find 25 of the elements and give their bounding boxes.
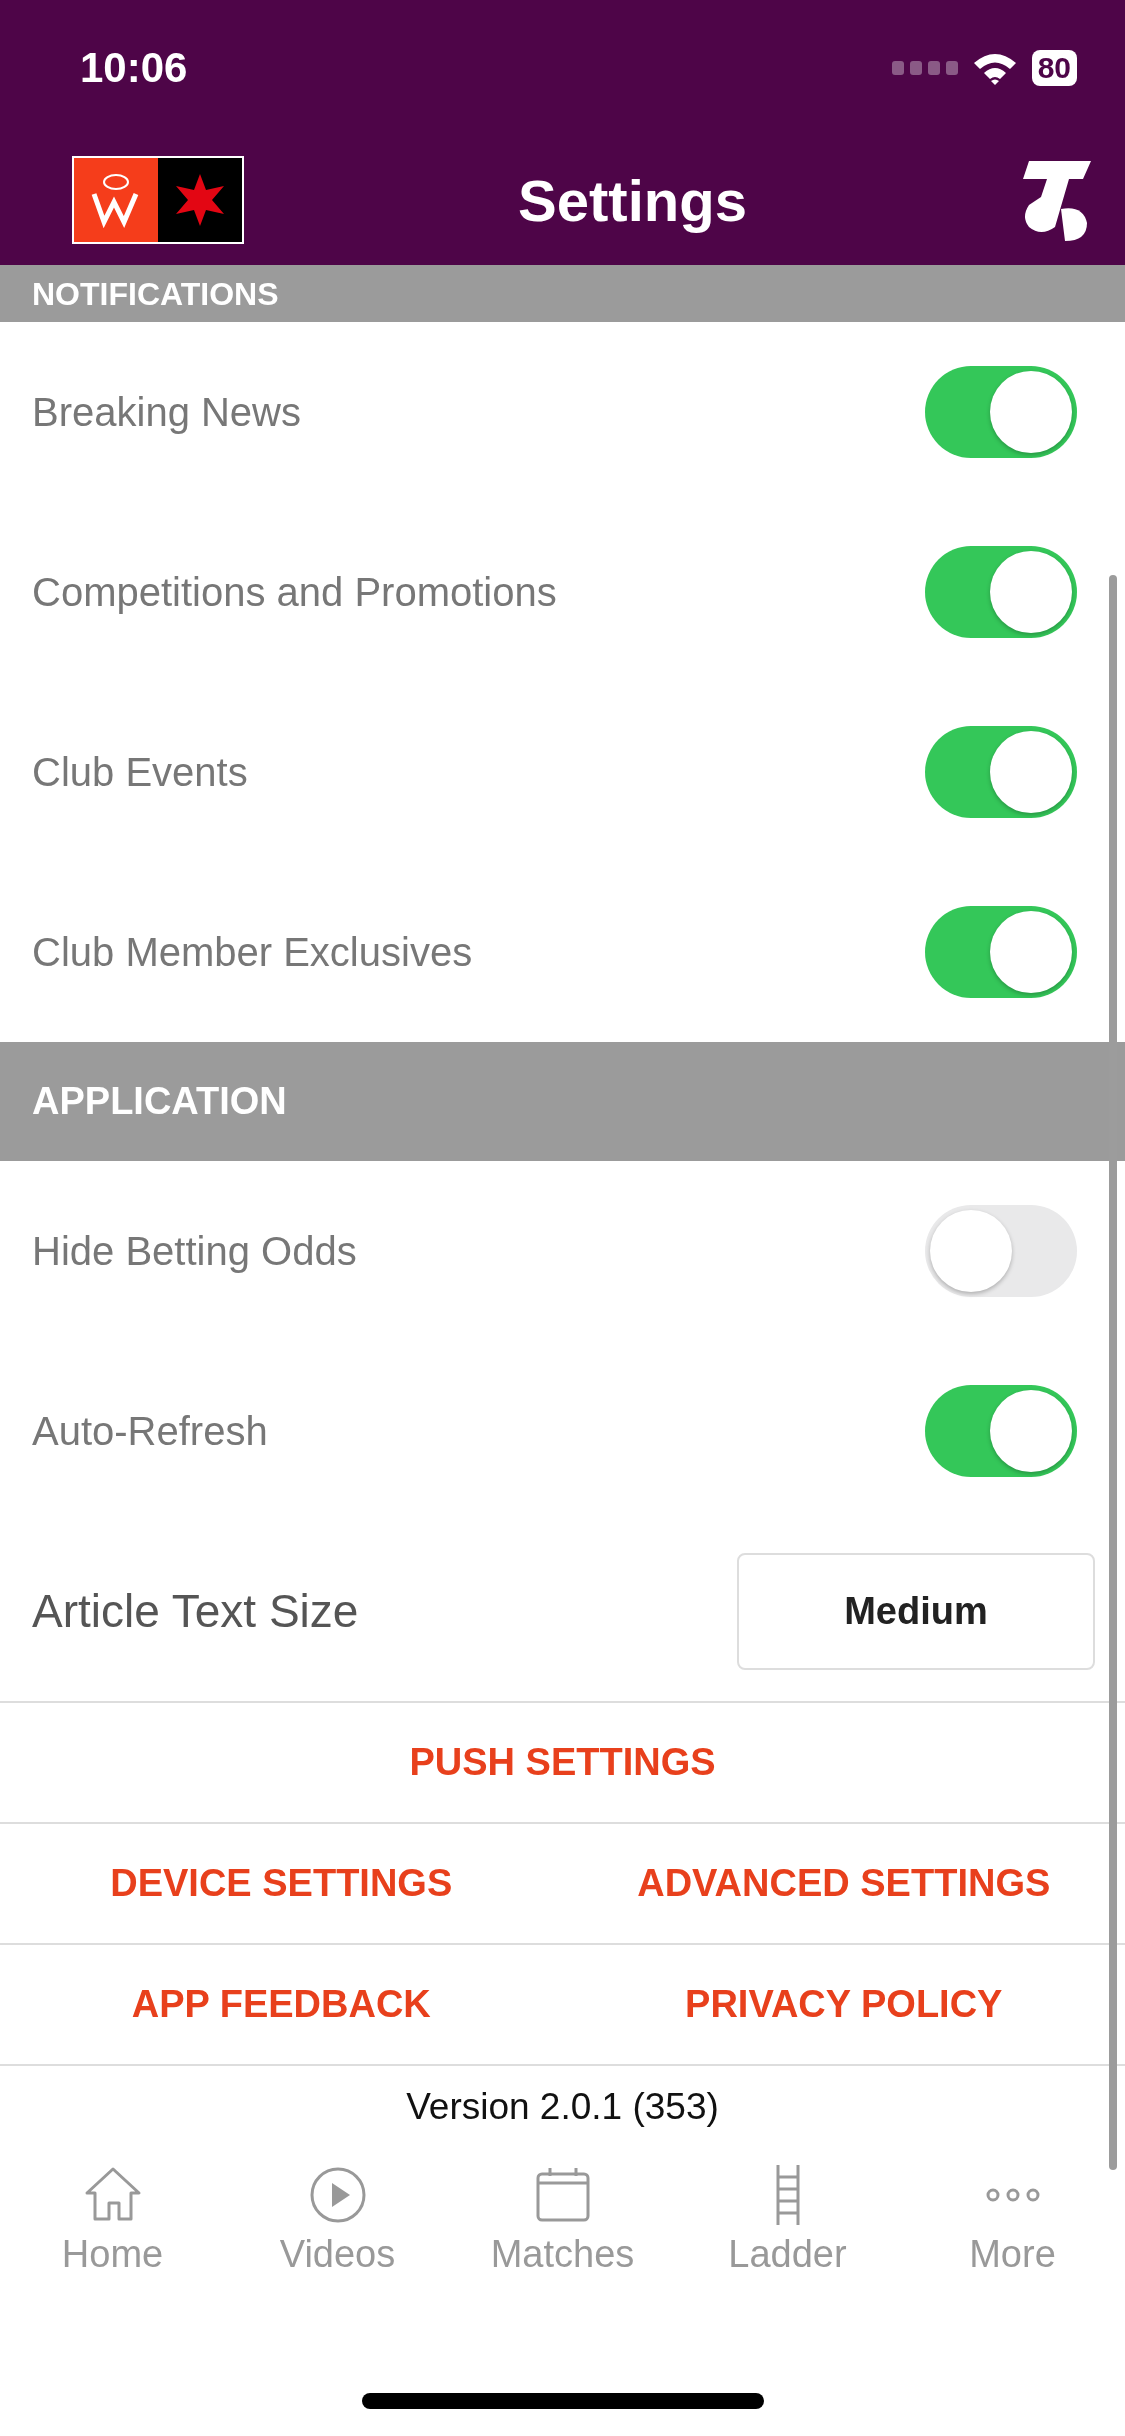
tab-bar-item[interactable]: Videos bbox=[225, 2164, 450, 2277]
settings-link[interactable]: APP FEEDBACK bbox=[0, 1945, 563, 2064]
settings-link[interactable]: ADVANCED SETTINGS bbox=[562, 1824, 1125, 1943]
tab-bar-item[interactable]: Ladder bbox=[675, 2164, 900, 2277]
setting-label: Club Member Exclusives bbox=[32, 929, 473, 975]
setting-label: Article Text Size bbox=[32, 1584, 359, 1638]
battery-level: 80 bbox=[1031, 49, 1077, 86]
more-icon bbox=[984, 2187, 1041, 2203]
settings-link[interactable]: PUSH SETTINGS bbox=[0, 1703, 1125, 1822]
settings-link[interactable]: DEVICE SETTINGS bbox=[0, 1824, 563, 1943]
setting-label: Competitions and Promotions bbox=[32, 569, 557, 615]
section-header: APPLICATION bbox=[32, 1080, 287, 1123]
settings-link[interactable]: PRIVACY POLICY bbox=[562, 1945, 1125, 2064]
setting-label: Auto-Refresh bbox=[32, 1408, 268, 1454]
setting-label: Breaking News bbox=[32, 389, 301, 435]
section-header: NOTIFICATIONS bbox=[32, 274, 279, 314]
tab-bar-item[interactable]: Matches bbox=[450, 2164, 675, 2277]
setting-label: Club Events bbox=[32, 749, 248, 795]
text-size-button[interactable]: Medium bbox=[737, 1552, 1095, 1670]
page-title: Settings bbox=[518, 166, 747, 234]
status-time: 10:06 bbox=[80, 43, 188, 92]
signal-icon bbox=[891, 60, 958, 75]
tab-bar-item[interactable]: Home bbox=[0, 2164, 225, 2277]
setting-label: Hide Betting Odds bbox=[32, 1228, 357, 1274]
tab-bar-item[interactable]: More bbox=[900, 2164, 1125, 2277]
